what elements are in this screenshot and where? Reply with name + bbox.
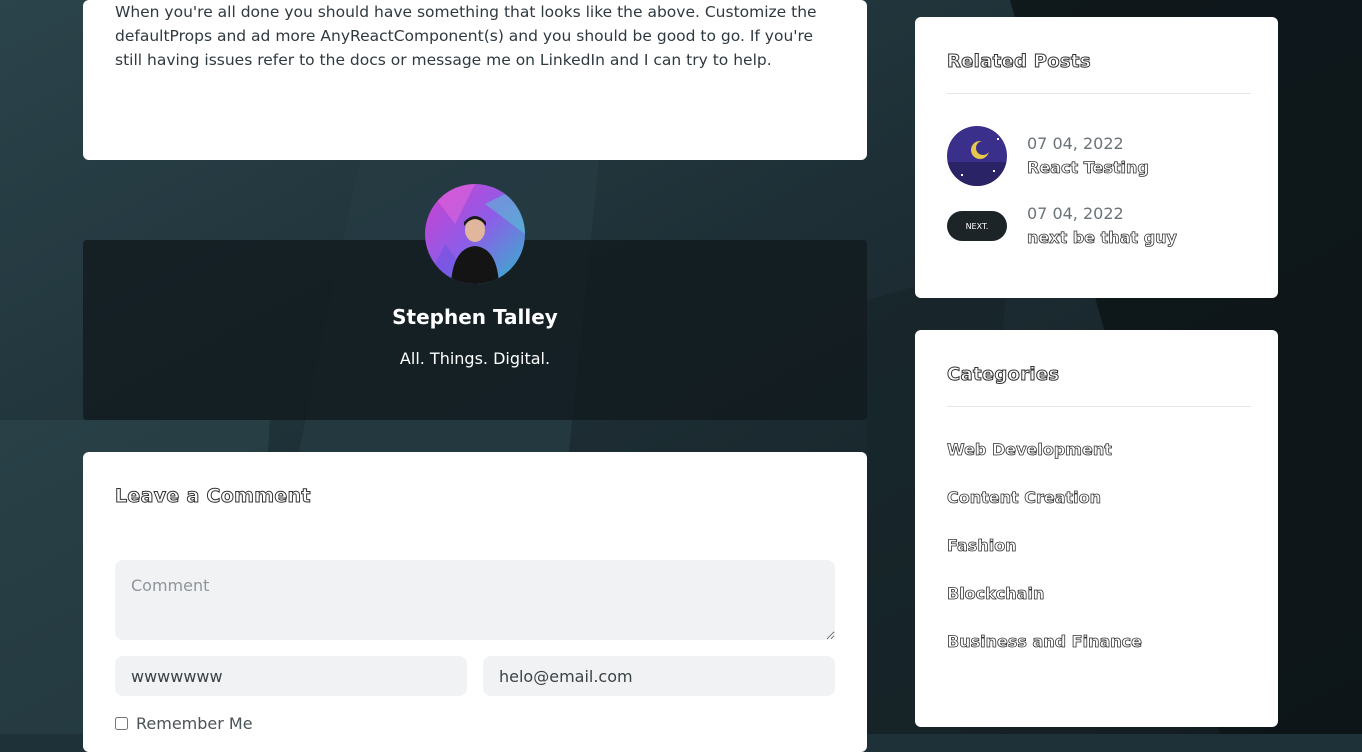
categories-title: Categories xyxy=(946,364,1060,386)
remember-me-checkbox[interactable] xyxy=(115,717,128,730)
name-field[interactable] xyxy=(115,656,467,696)
related-posts-title: Related Posts xyxy=(947,51,1092,73)
category-link-content-creation[interactable]: Content Creation xyxy=(947,488,1102,508)
comment-form-card: Leave a Comment Remember Me xyxy=(83,452,867,752)
post-thumbnail[interactable] xyxy=(947,126,1007,186)
category-link-business-and-finance[interactable]: Business and Finance xyxy=(947,632,1143,652)
categories-widget: Categories Web Development Content Creat… xyxy=(915,330,1278,727)
remember-me-row[interactable]: Remember Me xyxy=(115,714,253,733)
divider xyxy=(947,93,1251,94)
post-title-link[interactable]: next be that guy xyxy=(1027,226,1178,250)
post-date: 07 04, 2022 xyxy=(1027,204,1124,223)
category-link-blockchain[interactable]: Blockchain xyxy=(947,584,1045,604)
post-date: 07 04, 2022 xyxy=(1027,134,1124,153)
divider xyxy=(947,406,1251,407)
comment-form-title: Leave a Comment xyxy=(115,485,311,508)
post-title-link[interactable]: React Testing xyxy=(1027,156,1150,180)
related-post-item[interactable]: NEXT. 07 04, 2022 next be that guy xyxy=(947,202,1177,250)
email-field[interactable] xyxy=(483,656,835,696)
related-post-item[interactable]: 07 04, 2022 React Testing xyxy=(947,126,1149,186)
category-link-web-development[interactable]: Web Development xyxy=(947,440,1113,460)
post-thumbnail[interactable]: NEXT. xyxy=(947,211,1007,241)
comment-input[interactable] xyxy=(115,560,835,640)
related-posts-widget: Related Posts 07 04, 2022 React Testing … xyxy=(915,17,1278,298)
remember-me-label: Remember Me xyxy=(136,714,253,733)
category-link-fashion[interactable]: Fashion xyxy=(947,536,1017,556)
author-tagline: All. Things. Digital. xyxy=(399,349,551,368)
author-avatar xyxy=(425,184,525,284)
author-name: Stephen Talley xyxy=(392,305,558,329)
article-closing-paragraph: When you're all done you should have som… xyxy=(115,3,817,69)
article-card: When you're all done you should have som… xyxy=(83,0,867,160)
